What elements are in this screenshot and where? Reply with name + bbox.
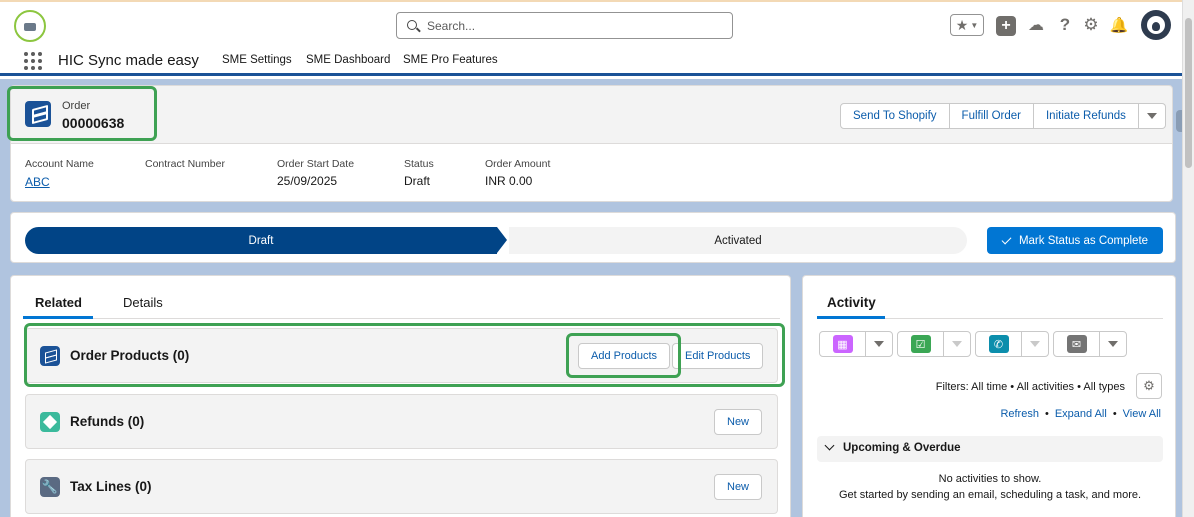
chevron-down-icon (944, 332, 970, 356)
page-scrollbar[interactable] (1182, 0, 1194, 517)
path-stage-draft[interactable]: Draft (25, 227, 507, 254)
setup-gear-icon[interactable]: ⚙ (1082, 14, 1100, 36)
status-path: Draft Activated Mark Status as Complete (10, 212, 1176, 263)
view-all-link[interactable]: View All (1123, 408, 1161, 420)
task-icon: ☑ (910, 335, 931, 353)
email-publisher[interactable]: ✉ (1053, 331, 1127, 357)
new-event-publisher[interactable]: ▦ (819, 331, 893, 357)
new-refund-button[interactable]: New (714, 409, 763, 435)
user-avatar[interactable] (1141, 10, 1171, 40)
field-label-account-name: Account Name (25, 158, 94, 170)
new-task-publisher[interactable]: ☑ (897, 331, 971, 357)
chevron-down-icon[interactable] (1100, 332, 1126, 356)
activity-tab[interactable]: Activity (827, 295, 876, 310)
notifications-bell-icon[interactable]: 🔔 (1110, 14, 1129, 36)
record-action-buttons: Send To Shopify Fulfill Order Initiate R… (840, 103, 1166, 129)
activity-links: Refresh • Expand All • View All (1000, 408, 1161, 420)
refresh-link[interactable]: Refresh (1000, 408, 1039, 420)
log-call-publisher[interactable]: ✆ (975, 331, 1049, 357)
related-panel: Related Details Order Products (0) Add P… (10, 275, 791, 517)
field-label-contract-number: Contract Number (145, 158, 225, 170)
chevron-down-icon (824, 440, 835, 451)
tab-details[interactable]: Details (123, 295, 163, 310)
nav-item-sme-pro-features[interactable]: SME Pro Features (403, 54, 498, 66)
checkmark-icon (1001, 234, 1012, 244)
active-tab-indicator (23, 316, 93, 319)
calendar-icon: ▦ (832, 335, 853, 353)
related-list-title[interactable]: Tax Lines (0) (70, 479, 152, 494)
chevron-down-icon (1146, 113, 1157, 119)
global-search[interactable] (396, 12, 733, 39)
star-icon: ★ (955, 16, 969, 33)
help-icon[interactable]: ? (1056, 14, 1074, 36)
scrollbar-thumb[interactable] (1185, 18, 1192, 168)
search-icon (407, 20, 417, 30)
upcoming-overdue-label: Upcoming & Overdue (843, 442, 961, 454)
refund-icon (40, 412, 60, 432)
trailhead-icon[interactable]: ☁ (1026, 14, 1046, 36)
order-start-date-value: 25/09/2025 (277, 174, 338, 188)
activity-filters-text: Filters: All time • All activities • All… (935, 381, 1125, 393)
empty-activity-message: No activities to show. Get started by se… (817, 471, 1163, 503)
highlight-box-add-products (566, 333, 681, 378)
field-label-status: Status (404, 158, 434, 170)
nav-item-sme-dashboard[interactable]: SME Dashboard (306, 54, 390, 66)
field-label-order-start-date: Order Start Date (277, 158, 355, 170)
mark-status-label: Mark Status as Complete (1018, 234, 1149, 247)
global-actions-plus-icon[interactable]: + (996, 16, 1016, 36)
more-actions-button[interactable] (1138, 103, 1166, 129)
empty-activity-subtitle: Get started by sending an email, schedul… (838, 489, 1142, 501)
initiate-refunds-button[interactable]: Initiate Refunds (1033, 103, 1139, 129)
wrench-icon: 🔧 (40, 477, 60, 497)
empty-activity-title: No activities to show. (938, 473, 1042, 485)
related-list-tax-lines: 🔧 Tax Lines (0) New (25, 459, 778, 514)
active-tab-indicator (817, 316, 885, 319)
order-amount-value: INR 0.00 (485, 174, 533, 188)
highlights-panel: Account Name ABC Contract Number Order S… (11, 143, 1172, 201)
expand-all-link[interactable]: Expand All (1055, 408, 1107, 420)
chevron-down-icon (1022, 332, 1048, 356)
chevron-down-icon: ▼ (970, 20, 979, 30)
tab-divider (23, 318, 780, 319)
activity-panel: Activity ▦ ☑ ✆ ✉ Filters: All time • All… (802, 275, 1176, 517)
field-label-order-amount: Order Amount (485, 158, 551, 170)
nav-item-sme-settings[interactable]: SME Settings (222, 54, 292, 66)
favorites-button[interactable]: ★ ▼ (950, 14, 984, 36)
account-name-link[interactable]: ABC (25, 175, 50, 189)
app-launcher-icon[interactable] (24, 52, 42, 70)
new-tax-line-button[interactable]: New (714, 474, 763, 500)
email-icon: ✉ (1066, 335, 1087, 353)
phone-icon: ✆ (988, 335, 1009, 353)
send-to-shopify-button[interactable]: Send To Shopify (840, 103, 950, 129)
upcoming-overdue-section[interactable]: Upcoming & Overdue (817, 436, 1163, 462)
app-navigation: HIC Sync made easy SME Settings SME Dash… (0, 46, 1194, 76)
path-stage-activated[interactable]: Activated (509, 227, 967, 254)
chevron-down-icon[interactable] (866, 332, 892, 356)
record-header: Order 00000638 Send To Shopify Fulfill O… (7, 85, 1173, 202)
related-list-title[interactable]: Refunds (0) (70, 414, 144, 429)
status-value: Draft (404, 174, 431, 188)
related-list-refunds: Refunds (0) New (25, 394, 778, 449)
app-name: HIC Sync made easy (58, 52, 199, 69)
tab-related[interactable]: Related (35, 295, 82, 310)
search-input[interactable] (427, 18, 717, 34)
mark-status-complete-button[interactable]: Mark Status as Complete (987, 227, 1163, 254)
app-logo[interactable] (14, 10, 46, 42)
global-header: ★▼ + ☁ ? ⚙ 🔔 (0, 0, 1194, 46)
fulfill-order-button[interactable]: Fulfill Order (949, 103, 1034, 129)
highlight-box-record-title (7, 86, 157, 141)
filter-settings-gear-icon[interactable]: ⚙ (1136, 373, 1162, 399)
